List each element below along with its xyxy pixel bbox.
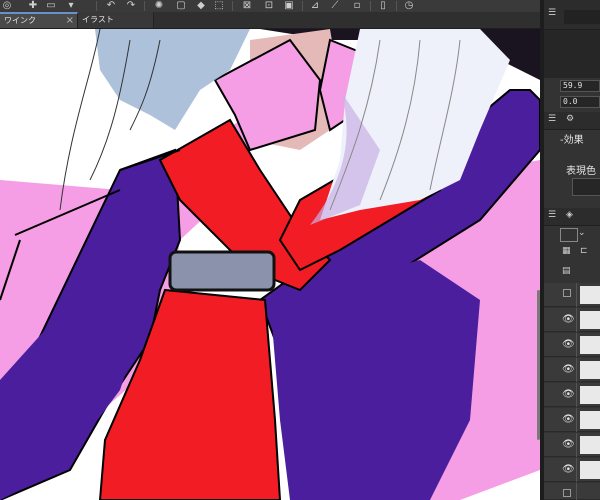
layer-row[interactable] bbox=[544, 283, 600, 307]
blend-mode-dropdown[interactable] bbox=[560, 228, 578, 242]
drawing-canvas[interactable] bbox=[0, 29, 540, 500]
navigator-preview bbox=[564, 10, 600, 24]
layer-row[interactable]: 👁 bbox=[544, 458, 600, 482]
hide-selection-icon[interactable]: ⊠ bbox=[240, 0, 254, 11]
clipping-icon[interactable]: ⊏ bbox=[580, 246, 588, 256]
eye-icon[interactable]: 👁 bbox=[562, 389, 575, 400]
layer-divider bbox=[576, 458, 577, 482]
layer-row[interactable]: 👁 bbox=[544, 358, 600, 382]
toolbar-separator bbox=[302, 1, 303, 11]
eye-icon[interactable]: 👁 bbox=[562, 464, 575, 475]
app-icon[interactable]: ◎ bbox=[0, 0, 14, 11]
navigator-area bbox=[544, 30, 600, 78]
layer-thumbnail bbox=[580, 411, 600, 429]
expression-color-dropdown[interactable] bbox=[572, 178, 600, 196]
crop-icon[interactable]: ⊡ bbox=[262, 0, 276, 11]
toolbar-separator bbox=[396, 1, 397, 11]
redo-icon[interactable]: ↷ bbox=[124, 0, 138, 11]
layer-row[interactable]: 👁 bbox=[544, 383, 600, 407]
undo-icon[interactable]: ↶ bbox=[104, 0, 118, 11]
layer-thumbnail bbox=[580, 336, 600, 354]
layer-divider bbox=[576, 283, 577, 307]
eye-icon[interactable]: 👁 bbox=[562, 439, 575, 450]
layers-icon[interactable]: ◈ bbox=[566, 210, 573, 220]
document-icon[interactable]: ▯ bbox=[376, 0, 390, 11]
document-tab-bar: ワインク × イラスト bbox=[0, 12, 540, 29]
layer-divider bbox=[576, 308, 577, 332]
layer-thumbnail bbox=[580, 436, 600, 454]
layer-panel-header: ☰ ◈ bbox=[544, 208, 600, 226]
chevron-down-icon[interactable]: ⌄ bbox=[578, 228, 586, 238]
layer-row[interactable]: 👁 bbox=[544, 408, 600, 432]
tool-property-header: ☰ ⚙ bbox=[544, 112, 600, 130]
toolbar-separator bbox=[370, 1, 371, 11]
save-icon[interactable]: ▾ bbox=[64, 0, 78, 11]
layer-divider bbox=[576, 383, 577, 407]
pressure-icon[interactable]: ◷ bbox=[402, 0, 416, 11]
visibility-checkbox[interactable] bbox=[563, 489, 571, 497]
tab-label: イラスト bbox=[82, 15, 114, 24]
lock-transparent-icon[interactable]: ▦ bbox=[562, 246, 571, 256]
tie-ring bbox=[168, 250, 276, 292]
visibility-checkbox[interactable] bbox=[563, 289, 571, 297]
ruler-icon[interactable]: ⊿ bbox=[308, 0, 322, 11]
layer-divider bbox=[576, 358, 577, 382]
expression-color-label: 表現色 bbox=[566, 166, 596, 177]
right-panel: ☰ 59.9 0.0 ☰ ⚙ -効果 表現色 ☰ ◈ ⌄ ▦ ⊏ ▤ 👁 👁 👁 bbox=[544, 0, 600, 500]
tab-document-2[interactable]: イラスト bbox=[78, 12, 154, 28]
brush-size-field[interactable]: 59.9 bbox=[560, 80, 600, 92]
new-file-icon[interactable]: ✚ bbox=[26, 0, 40, 11]
toolbar-separator bbox=[144, 1, 145, 11]
tab-document-1[interactable]: ワインク × bbox=[0, 12, 78, 28]
menu-icon[interactable]: ☰ bbox=[548, 8, 556, 18]
open-file-icon[interactable]: ▭ bbox=[44, 0, 58, 11]
layer-thumbnail bbox=[580, 461, 600, 479]
layer-divider bbox=[576, 408, 577, 432]
transform-icon[interactable]: ⬚ bbox=[212, 0, 226, 11]
layer-thumbnail bbox=[580, 286, 600, 304]
eye-icon[interactable]: 👁 bbox=[562, 314, 575, 325]
tab-label: ワインク bbox=[4, 16, 36, 25]
menu-icon[interactable]: ☰ bbox=[548, 210, 556, 220]
opacity-field[interactable]: 0.0 bbox=[560, 96, 600, 108]
close-icon[interactable]: × bbox=[66, 14, 74, 27]
layer-row[interactable]: 👁 bbox=[544, 433, 600, 457]
eye-icon[interactable]: 👁 bbox=[562, 364, 575, 375]
pen-settings-icon[interactable]: ▫ bbox=[350, 0, 364, 11]
layer-divider bbox=[576, 433, 577, 457]
toolbar-separator bbox=[96, 1, 97, 11]
layer-thumbnail bbox=[580, 311, 600, 329]
layer-divider bbox=[576, 483, 577, 500]
layer-row[interactable]: 👁 bbox=[544, 308, 600, 332]
layer-row[interactable] bbox=[544, 483, 600, 500]
reference-layer-icon[interactable]: ▤ bbox=[562, 266, 571, 276]
effect-label: -効果 bbox=[560, 135, 584, 146]
clear-icon[interactable]: ▢ bbox=[174, 0, 188, 11]
snap-icon[interactable]: ▣ bbox=[282, 0, 296, 11]
eye-icon[interactable]: 👁 bbox=[562, 339, 575, 350]
eye-icon[interactable]: 👁 bbox=[562, 414, 575, 425]
pen-icon[interactable]: ⟋ bbox=[328, 0, 342, 11]
layer-row[interactable]: 👁 bbox=[544, 333, 600, 357]
navigator-panel-header: ☰ bbox=[544, 0, 600, 30]
fill-icon[interactable]: ◆ bbox=[194, 0, 208, 11]
illustration bbox=[0, 29, 540, 500]
toolbar-separator bbox=[232, 1, 233, 11]
menu-icon[interactable]: ☰ bbox=[548, 114, 556, 124]
layer-thumbnail bbox=[580, 361, 600, 379]
layer-divider bbox=[576, 333, 577, 357]
layer-thumbnail bbox=[580, 386, 600, 404]
layer-property-icon[interactable]: ⚙ bbox=[566, 114, 574, 124]
loading-icon[interactable]: ✺ bbox=[152, 0, 166, 11]
